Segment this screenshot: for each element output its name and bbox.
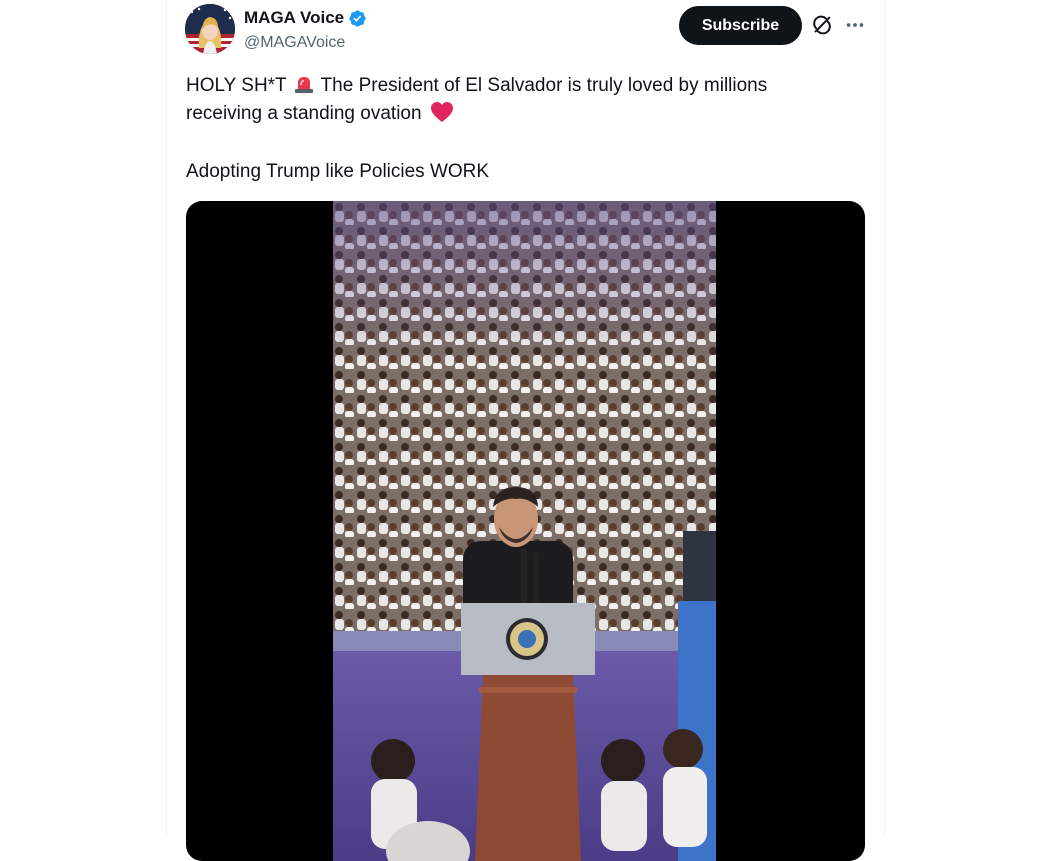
author-name-row[interactable]: MAGA Voice (244, 8, 367, 28)
verified-badge-icon (348, 9, 367, 28)
siren-emoji-icon (294, 74, 314, 94)
post-text-line3: Adopting Trump like Policies WORK (186, 161, 490, 182)
post: MAGA Voice @MAGAVoice Subscribe HOLY SH*… (166, 0, 884, 861)
video-player[interactable] (186, 201, 865, 861)
author-handle[interactable]: @MAGAVoice (244, 34, 345, 52)
author-name[interactable]: MAGA Voice (244, 8, 344, 28)
grok-icon[interactable] (811, 14, 833, 36)
video-frame[interactable] (333, 201, 716, 861)
red-heart-emoji-icon (430, 101, 454, 123)
post-text: HOLY SH*T The President of El Salvador i… (186, 72, 856, 186)
more-dots-icon[interactable] (844, 14, 866, 36)
column-border-right (884, 0, 885, 838)
post-text-line2: receiving a standing ovation (186, 103, 422, 124)
post-text-line1-b: The President of El Salvador is truly lo… (320, 75, 768, 96)
subscribe-button[interactable]: Subscribe (679, 6, 802, 45)
avatar[interactable] (185, 4, 235, 54)
post-text-line1-a: HOLY SH*T (186, 75, 287, 96)
video-still-image (333, 201, 716, 861)
